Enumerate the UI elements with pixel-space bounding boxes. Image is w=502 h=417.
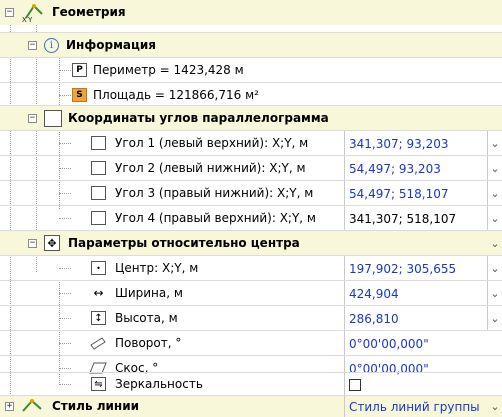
area-badge-icon: S: [72, 88, 87, 102]
corner-bottom-left-icon: [91, 161, 106, 175]
dropdown-chevron-icon[interactable]: ⌄: [487, 131, 502, 156]
section-info[interactable]: − i Информация: [0, 33, 502, 58]
property-row-width[interactable]: ↔ Ширина, м 424,904 ⌄: [0, 281, 502, 306]
section-title: Геометрия: [52, 5, 126, 19]
corner-top-left-icon: [91, 136, 106, 150]
section-title: Стиль линии: [52, 399, 140, 413]
property-value-input[interactable]: 341,307; 518,107: [344, 206, 488, 231]
info-row-perimeter: P Периметр = 1423,428 м: [0, 58, 502, 83]
area-text: Площадь = 121866,716 м²: [93, 88, 259, 102]
property-label: Центр: X;Y, м: [115, 261, 199, 275]
property-label: Зеркальность: [115, 377, 203, 391]
dropdown-chevron-icon[interactable]: ⌄: [488, 231, 502, 256]
svg-text:Y: Y: [27, 16, 33, 22]
dropdown-chevron-icon[interactable]: ⌄: [487, 156, 502, 181]
section-line-style[interactable]: + Стиль линии Стиль линий группы ⌄: [0, 396, 502, 417]
mirror-checkbox-cell[interactable]: [344, 373, 488, 396]
property-label: Ширина, м: [115, 286, 183, 300]
rotation-icon: [89, 336, 107, 350]
property-label: Угол 1 (левый верхний): X;Y, м: [115, 136, 309, 150]
corner-bottom-right-icon: [91, 186, 106, 200]
dropdown-chevron-icon[interactable]: ⌄: [487, 281, 502, 306]
collapse-toggle[interactable]: −: [28, 239, 37, 248]
collapse-toggle[interactable]: −: [5, 8, 14, 17]
property-label: Угол 3 (правый нижний): X;Y, м: [115, 186, 314, 200]
property-row-corner-4[interactable]: Угол 4 (правый верхний): X;Y, м 341,307;…: [0, 206, 502, 231]
section-parallelogram[interactable]: − Координаты углов параллелограмма: [0, 106, 502, 131]
section-title: Координаты углов параллелограмма: [68, 111, 329, 125]
property-row-corner-1[interactable]: Угол 1 (левый верхний): X;Y, м 341,307; …: [0, 131, 502, 156]
property-label: Поворот, °: [115, 336, 182, 350]
collapse-toggle[interactable]: −: [28, 114, 37, 123]
property-row-corner-2[interactable]: Угол 2 (левый нижний): X;Y, м 54,497; 93…: [0, 156, 502, 181]
section-geometry[interactable]: − XY Геометрия: [0, 0, 502, 25]
move-center-icon: ✥: [44, 235, 60, 251]
property-label: Угол 4 (правый верхний): X;Y, м: [115, 211, 316, 225]
property-label: Угол 2 (левый нижний): X;Y, м: [115, 161, 306, 175]
collapse-toggle[interactable]: −: [28, 41, 37, 50]
line-style-icon: [20, 397, 44, 415]
dropdown-chevron-icon[interactable]: ⌄: [488, 396, 502, 417]
perimeter-badge-icon: P: [72, 63, 87, 77]
perimeter-text: Периметр = 1423,428 м: [93, 63, 244, 77]
info-icon: i: [44, 38, 59, 53]
width-arrows-icon: ↔: [93, 286, 104, 300]
property-row-height[interactable]: ↕ Высота, м 286,810 ⌄: [0, 306, 502, 331]
property-value-input[interactable]: 341,307; 93,203: [344, 131, 488, 156]
dropdown-chevron-icon[interactable]: ⌄: [487, 306, 502, 331]
center-point-icon: •: [91, 261, 106, 275]
property-row-corner-3[interactable]: Угол 3 (правый нижний): X;Y, м 54,497; 5…: [0, 181, 502, 206]
dropdown-chevron-icon[interactable]: ⌄: [487, 181, 502, 206]
property-value-input[interactable]: 54,497; 518,107: [344, 181, 488, 206]
property-grid: − XY Геометрия − i Информация P Периметр…: [0, 0, 502, 417]
section-title: Параметры относительно центра: [68, 236, 300, 250]
property-row-mirror[interactable]: ⇋ Зеркальность: [0, 373, 502, 396]
property-value-input[interactable]: 54,497; 93,203: [344, 156, 488, 181]
dropdown-chevron-icon[interactable]: ⌄: [487, 256, 502, 281]
mirror-checkbox[interactable]: [349, 378, 361, 391]
property-row-center[interactable]: • Центр: X;Y, м 197,902; 305,655 ⌄: [0, 256, 502, 281]
property-value-input[interactable]: 424,904: [344, 281, 488, 306]
height-arrows-icon: ↕: [91, 311, 106, 325]
property-value-input[interactable]: 286,810: [344, 306, 488, 331]
mirror-icon: ⇋: [91, 377, 106, 391]
expand-toggle[interactable]: +: [5, 402, 14, 411]
corner-top-right-icon: [91, 211, 106, 225]
property-value-input[interactable]: 197,902; 305,655: [344, 256, 488, 281]
property-label: Высота, м: [115, 311, 178, 325]
property-value-input[interactable]: 0°00'00,000": [344, 331, 488, 356]
line-style-value[interactable]: Стиль линий группы: [344, 396, 488, 417]
property-row-rotation[interactable]: Поворот, ° 0°00'00,000": [0, 331, 502, 356]
dropdown-chevron-icon[interactable]: ⌄: [487, 206, 502, 231]
rectangle-icon: [44, 110, 62, 127]
section-center-params[interactable]: − ✥ Параметры относительно центра ⌄: [0, 231, 502, 256]
xy-geometry-icon: XY: [20, 2, 46, 22]
section-title: Информация: [66, 38, 156, 52]
svg-text:X: X: [22, 16, 27, 22]
